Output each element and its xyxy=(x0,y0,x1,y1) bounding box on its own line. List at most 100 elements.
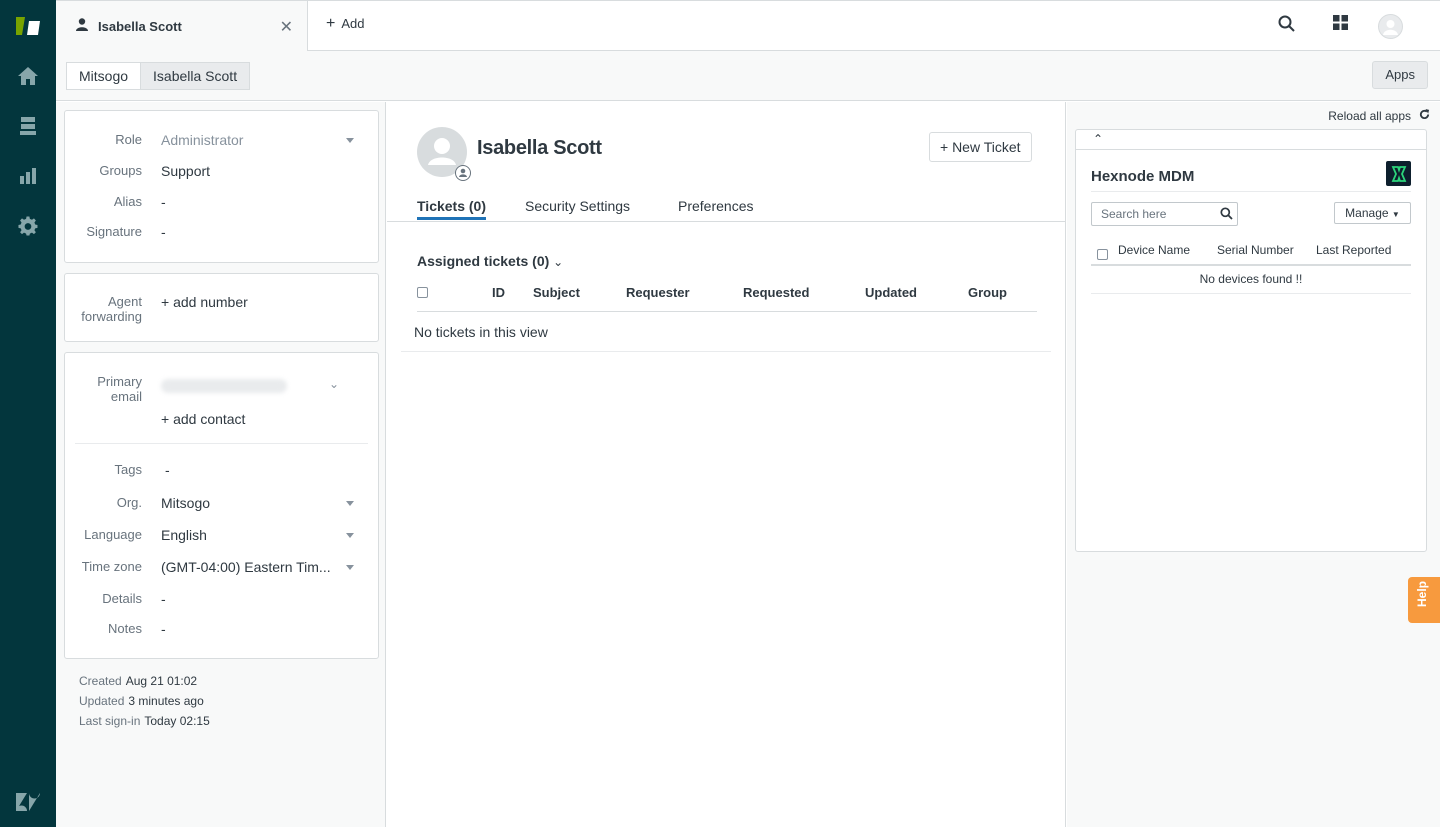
add-contact-link[interactable]: + add contact xyxy=(161,411,245,427)
chevron-up-icon: ⌃ xyxy=(1093,132,1104,146)
chevron-down-icon[interactable]: ⌄ xyxy=(329,377,339,391)
alias-value: - xyxy=(161,194,166,210)
signature-value: - xyxy=(161,224,166,240)
reload-all-apps-button[interactable]: Reload all apps xyxy=(1328,109,1430,123)
tab-user-isabella[interactable]: Isabella Scott ✕ xyxy=(56,1,308,51)
last-signin-meta: Last sign-in Today 02:15 xyxy=(79,714,210,728)
created-meta: Created Aug 21 01:02 xyxy=(79,674,197,688)
manage-dropdown-button[interactable]: Manage ▼ xyxy=(1334,202,1411,224)
user-main-content: Isabella Scott + New Ticket Tickets (0) … xyxy=(387,102,1066,827)
tickets-empty-row: No tickets in this view xyxy=(401,312,1051,352)
tab-security-settings[interactable]: Security Settings xyxy=(525,198,630,214)
top-bar: Isabella Scott ✕ + Add xyxy=(56,0,1440,51)
tab-tickets[interactable]: Tickets (0) xyxy=(417,198,486,220)
col-id[interactable]: ID xyxy=(492,285,505,300)
col-last-reported: Last Reported xyxy=(1316,243,1392,257)
org-dropdown-icon xyxy=(346,501,354,506)
breadcrumb-org[interactable]: Mitsogo xyxy=(66,62,142,90)
assigned-tickets-title: Assigned tickets (0) xyxy=(417,253,550,269)
last-signin-value: Today 02:15 xyxy=(144,714,210,728)
search-icon[interactable] xyxy=(1220,207,1233,223)
details-label: Details xyxy=(102,591,142,606)
home-icon[interactable] xyxy=(0,56,56,96)
tickets-empty-text: No tickets in this view xyxy=(414,324,548,340)
tags-label: Tags xyxy=(114,462,142,477)
breadcrumb-user[interactable]: Isabella Scott xyxy=(141,62,251,90)
details-value: - xyxy=(161,591,166,607)
org-label: Org. xyxy=(116,495,142,510)
divider xyxy=(75,443,368,444)
language-dropdown-icon xyxy=(346,533,354,538)
profile-avatar-icon[interactable] xyxy=(1378,14,1403,42)
add-number-link[interactable]: + add number xyxy=(161,294,248,310)
created-label: Created xyxy=(79,674,122,688)
assigned-tickets-dropdown[interactable]: Assigned tickets (0) ⌄ xyxy=(417,253,563,269)
devices-empty-text: No devices found !! xyxy=(1091,266,1411,294)
primary-email-value-blurred xyxy=(161,379,287,393)
refresh-icon xyxy=(1419,109,1430,123)
reporting-icon[interactable] xyxy=(0,156,56,196)
profile-tabs: Tickets (0) Security Settings Preference… xyxy=(387,196,1066,222)
time-zone-value: (GMT-04:00) Eastern Tim... xyxy=(161,559,331,575)
chevron-down-icon: ⌄ xyxy=(553,255,564,269)
groups-value: Support xyxy=(161,163,211,179)
hexnode-logo-icon xyxy=(1386,161,1411,186)
role-dropdown-icon xyxy=(346,138,354,143)
time-zone-dropdown-icon xyxy=(346,565,354,570)
reload-label: Reload all apps xyxy=(1328,109,1411,123)
search-icon[interactable] xyxy=(1278,15,1295,35)
language-value: English xyxy=(161,527,207,543)
alias-label: Alias xyxy=(113,194,142,209)
user-role-badge-icon xyxy=(455,165,471,181)
updated-label: Updated xyxy=(79,694,125,708)
user-icon xyxy=(76,18,88,34)
user-properties-panel: Role Administrator Groups Support Alias … xyxy=(56,102,386,827)
app-collapse-bar[interactable]: ⌃ xyxy=(1076,130,1426,150)
contact-card: Primary email ⌄ + add contact Tags - Org… xyxy=(64,352,379,659)
zendesk-brand-icon xyxy=(0,782,56,822)
app-title: Hexnode MDM xyxy=(1091,168,1195,185)
admin-gear-icon[interactable] xyxy=(0,206,56,246)
signature-label: Signature xyxy=(86,224,142,239)
last-signin-label: Last sign-in xyxy=(79,714,141,728)
agent-forwarding-label-2: forwarding xyxy=(81,309,142,324)
groups-label: Groups xyxy=(99,163,142,178)
zendesk-logo-icon[interactable] xyxy=(0,6,56,46)
forwarding-card: Agent forwarding + add number xyxy=(64,273,379,342)
device-search-input[interactable] xyxy=(1092,203,1212,225)
breadcrumb: Mitsogo Isabella Scott xyxy=(66,62,251,90)
col-requested[interactable]: Requested xyxy=(743,285,809,300)
help-button[interactable]: Help xyxy=(1408,577,1440,623)
select-all-checkbox[interactable] xyxy=(417,287,428,298)
manage-label: Manage xyxy=(1345,206,1389,220)
col-group[interactable]: Group xyxy=(968,285,1007,300)
product-tray-icon[interactable] xyxy=(1333,15,1348,33)
sub-bar: Mitsogo Isabella Scott Apps xyxy=(56,51,1440,101)
devices-select-all-checkbox[interactable] xyxy=(1097,249,1108,260)
nav-rail xyxy=(0,0,56,827)
close-tab-icon[interactable]: ✕ xyxy=(280,17,293,37)
tab-preferences[interactable]: Preferences xyxy=(678,198,753,214)
apps-panel: Reload all apps ⌃ Hexnode MDM Manage ▼ D… xyxy=(1067,102,1440,827)
device-search-field[interactable] xyxy=(1091,202,1238,226)
primary-email-label: Primary email xyxy=(97,374,142,404)
col-updated[interactable]: Updated xyxy=(865,285,917,300)
views-icon[interactable] xyxy=(0,106,56,146)
new-ticket-button[interactable]: + New Ticket xyxy=(929,132,1032,162)
notes-value: - xyxy=(161,621,166,637)
add-tab-button[interactable]: + Add xyxy=(326,14,364,32)
role-value: Administrator xyxy=(161,132,244,148)
agent-forwarding-label: Agent forwarding xyxy=(81,294,142,324)
plus-icon: + xyxy=(326,14,336,32)
created-value: Aug 21 01:02 xyxy=(125,674,198,688)
caret-down-icon: ▼ xyxy=(1391,210,1400,219)
col-requester[interactable]: Requester xyxy=(626,285,690,300)
role-card: Role Administrator Groups Support Alias … xyxy=(64,110,379,263)
apps-button[interactable]: Apps xyxy=(1372,61,1428,89)
col-serial-number: Serial Number xyxy=(1217,243,1294,257)
divider xyxy=(1091,191,1411,192)
agent-forwarding-label-1: Agent xyxy=(108,294,142,309)
notes-label: Notes xyxy=(108,621,142,636)
col-subject[interactable]: Subject xyxy=(533,285,580,300)
org-value: Mitsogo xyxy=(161,495,211,511)
